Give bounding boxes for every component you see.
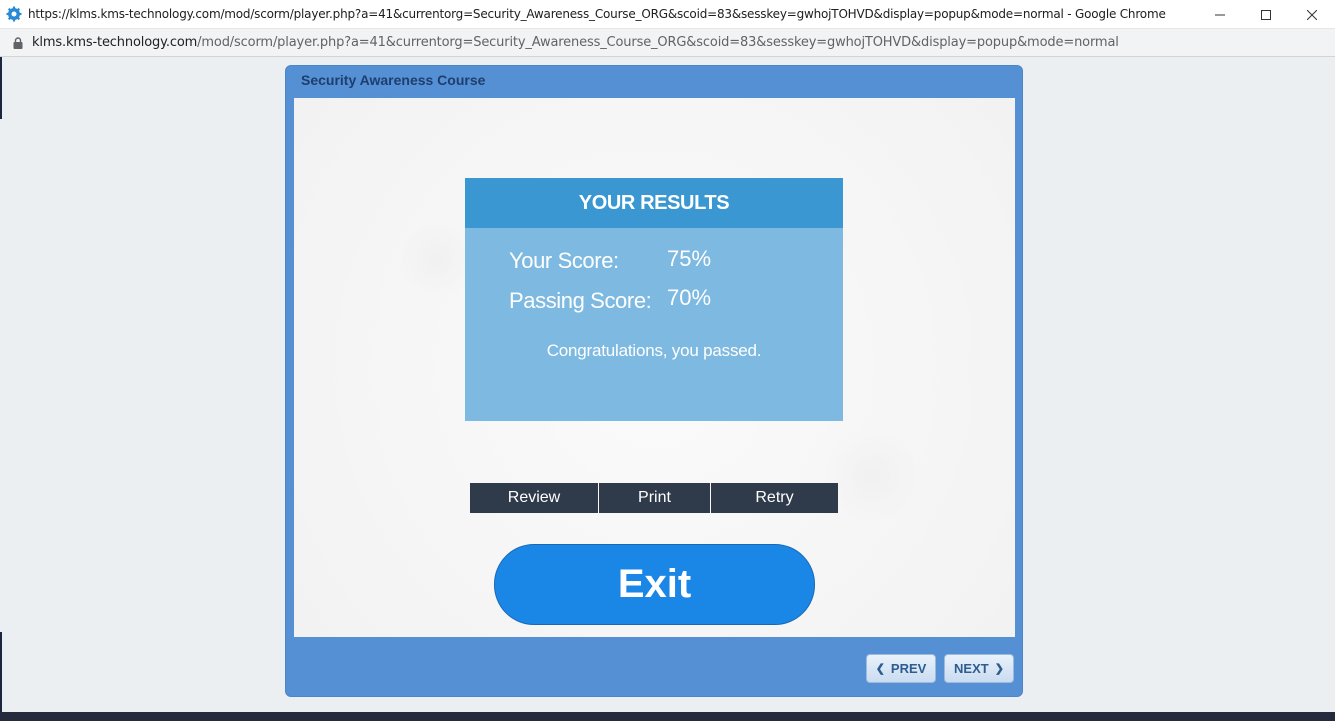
minimize-button[interactable] bbox=[1197, 0, 1243, 29]
retry-button[interactable]: Retry bbox=[711, 483, 838, 513]
window-controls bbox=[1197, 0, 1335, 29]
address-bar[interactable]: klms.kms-technology.com/mod/scorm/player… bbox=[0, 29, 1335, 57]
review-button[interactable]: Review bbox=[470, 483, 599, 513]
result-message: Congratulations, you passed. bbox=[546, 341, 762, 360]
next-button[interactable]: NEXT ❯ bbox=[944, 654, 1014, 683]
slide-content: YOUR RESULTS Your Score: 75% Passing Sco… bbox=[294, 98, 1015, 637]
url-text: klms.kms-technology.com/mod/scorm/player… bbox=[32, 35, 1119, 50]
url-host: klms.kms-technology.com bbox=[32, 35, 198, 50]
results-panel: YOUR RESULTS Your Score: 75% Passing Sco… bbox=[465, 178, 843, 421]
chevron-left-icon: ❮ bbox=[875, 663, 885, 675]
next-label: NEXT bbox=[954, 661, 989, 676]
maximize-icon bbox=[1261, 9, 1271, 20]
passing-score-value: 70% bbox=[667, 285, 712, 310]
course-title: Security Awareness Course bbox=[301, 72, 486, 88]
chevron-right-icon: ❯ bbox=[994, 663, 1004, 675]
left-edge-strip-bottom bbox=[0, 632, 2, 712]
prev-label: PREV bbox=[890, 661, 927, 676]
url-path: /mod/scorm/player.php?a=41&currentorg=Se… bbox=[197, 35, 1119, 50]
print-button[interactable]: Print bbox=[599, 483, 711, 513]
left-edge-strip-top bbox=[0, 57, 2, 119]
prev-button[interactable]: ❮ PREV bbox=[866, 654, 936, 683]
your-score-value: 75% bbox=[667, 246, 712, 271]
scorm-player: Security Awareness Course YOUR RESULTS Y… bbox=[285, 65, 1023, 697]
close-icon bbox=[1307, 9, 1317, 20]
exit-button[interactable]: Exit bbox=[494, 544, 815, 625]
window-title: https://klms.kms-technology.com/mod/scor… bbox=[28, 7, 1166, 21]
maximize-button[interactable] bbox=[1243, 0, 1289, 29]
passing-score-label: Passing Score: bbox=[509, 288, 652, 313]
your-score-label: Your Score: bbox=[509, 248, 619, 273]
result-actions: Review Print Retry bbox=[470, 483, 838, 513]
results-header: YOUR RESULTS bbox=[465, 178, 843, 228]
window-titlebar: https://klms.kms-technology.com/mod/scor… bbox=[0, 0, 1335, 29]
close-button[interactable] bbox=[1289, 0, 1335, 29]
lock-icon bbox=[13, 36, 23, 49]
gear-icon bbox=[6, 6, 22, 22]
minimize-icon bbox=[1215, 14, 1225, 15]
taskbar-strip bbox=[0, 712, 1335, 721]
